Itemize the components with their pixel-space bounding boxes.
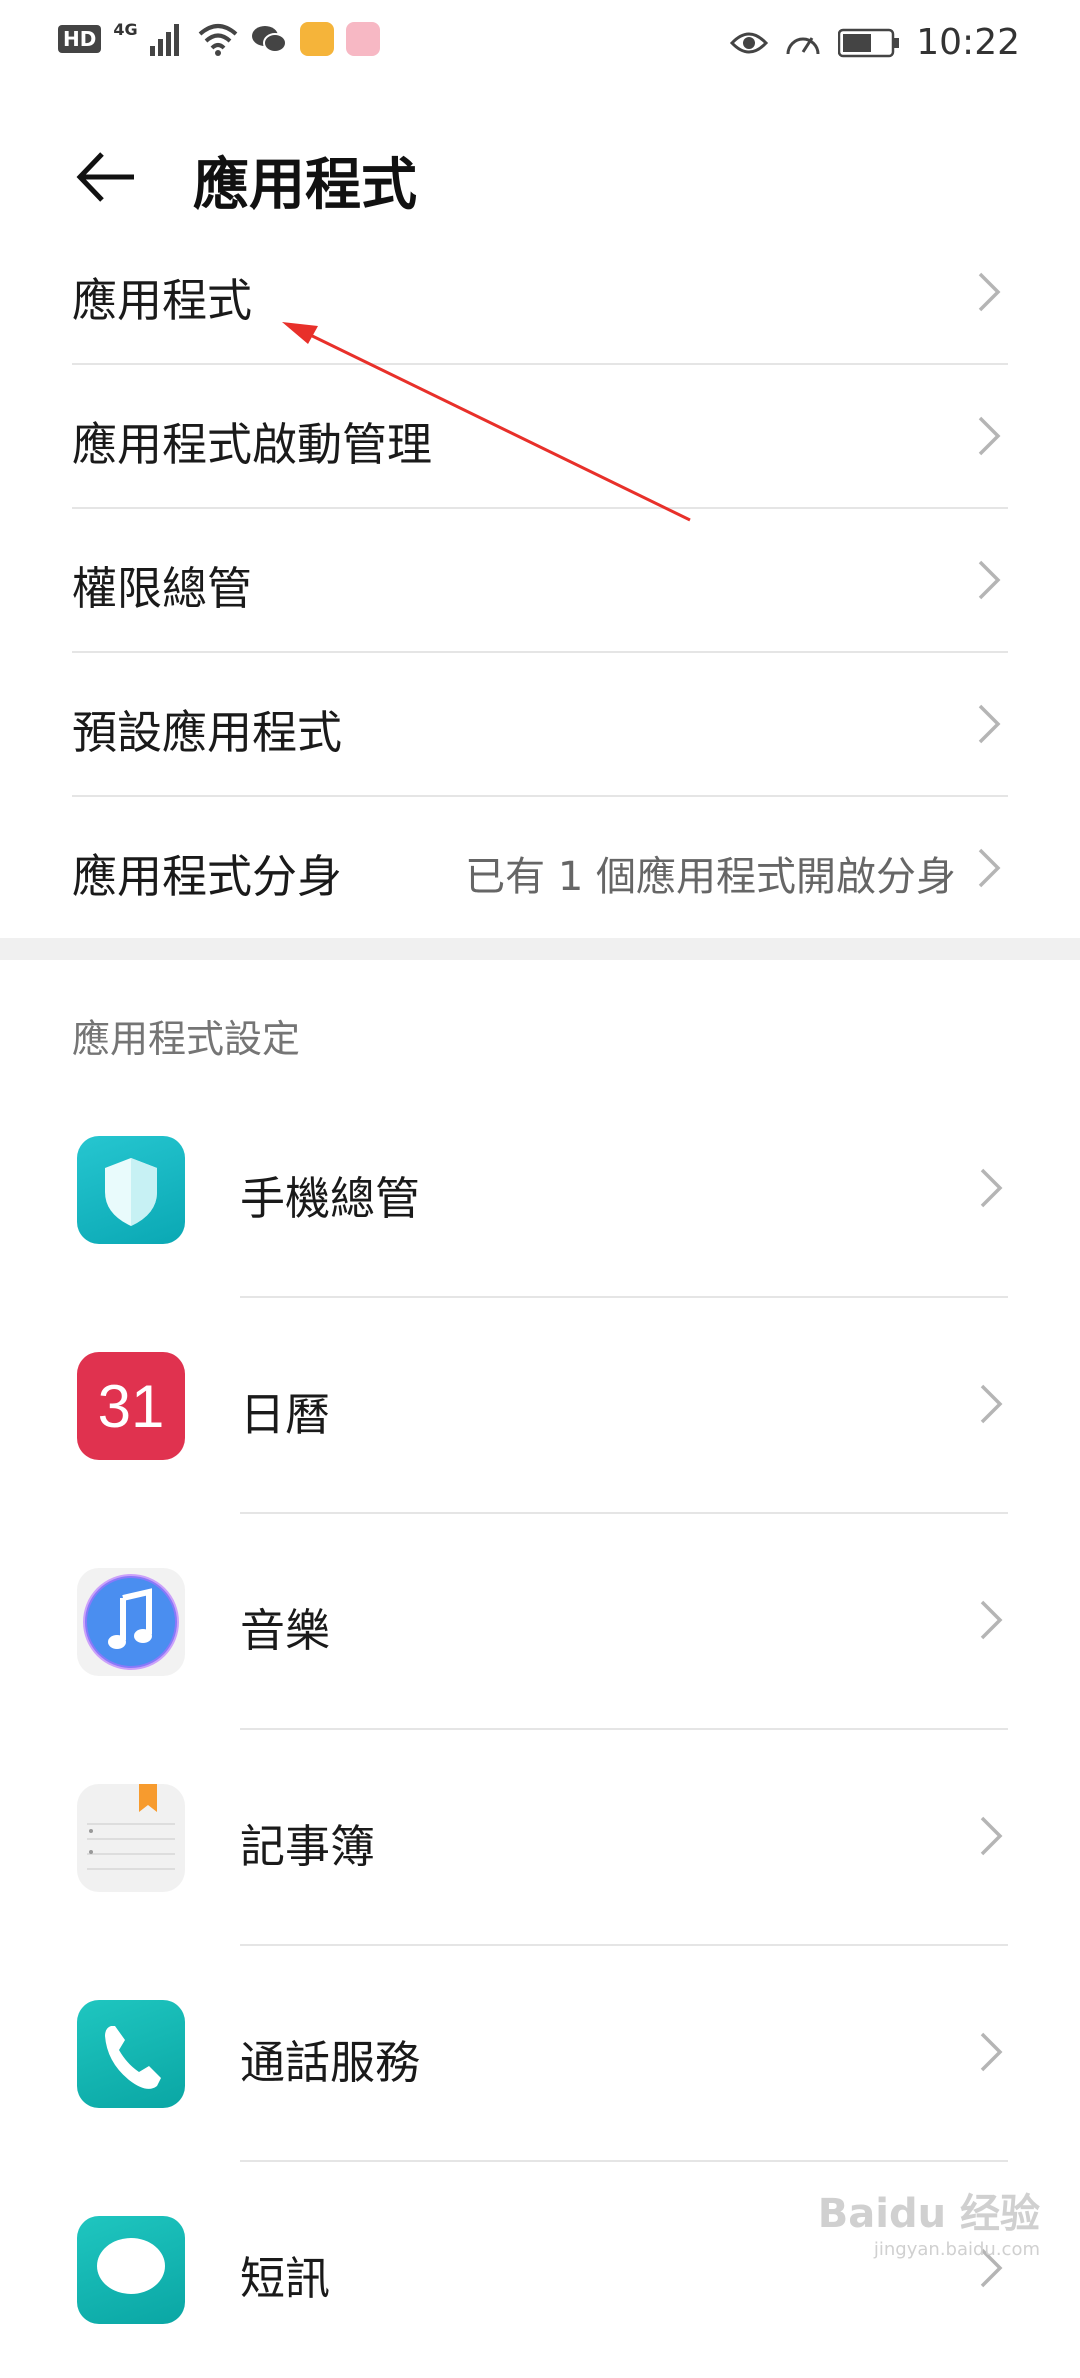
chevron-right-icon <box>980 1816 1003 1856</box>
speed-gauge-icon <box>786 36 820 54</box>
menu-item-app-twin[interactable]: 應用程式分身 已有 1 個應用程式開啟分身 <box>72 796 1008 939</box>
app-label: 音樂 <box>240 1604 331 1657</box>
watermark-text: Baidu 经验 <box>817 2191 1040 2237</box>
back-arrow-icon[interactable] <box>72 142 142 212</box>
music-icon <box>77 1568 185 1676</box>
baby-app-icon <box>345 22 380 56</box>
calendar-icon-date: 31 <box>97 1372 165 1440</box>
app-item-notepad[interactable]: 記事簿 <box>0 1730 1080 1946</box>
calendar-icon: 31 <box>77 1352 185 1460</box>
menu-item-label: 權限總管 <box>72 562 253 615</box>
chevron-right-icon <box>978 272 1001 312</box>
hd-badge: HD <box>58 25 102 53</box>
battery-icon <box>838 28 900 57</box>
app-bar: 應用程式 <box>0 130 1080 230</box>
app-label: 短訊 <box>240 2252 331 2305</box>
status-left: HD 4G <box>58 19 380 56</box>
menu-item-label: 應用程式分身 <box>72 850 343 903</box>
chevron-right-icon <box>978 560 1001 600</box>
menu-item-label: 應用程式啟動管理 <box>72 418 433 471</box>
chevron-right-icon <box>980 1168 1003 1208</box>
chevron-right-icon <box>980 1384 1003 1424</box>
menu-item-label: 預設應用程式 <box>72 706 343 759</box>
status-bar: HD 4G 10:22 <box>0 0 1080 92</box>
app-label: 通話服務 <box>240 2036 421 2089</box>
menu-item-apps[interactable]: 應用程式 <box>72 220 1008 365</box>
signal-icon <box>149 24 179 56</box>
message-icon <box>77 2216 185 2324</box>
menu-item-label: 應用程式 <box>72 274 253 327</box>
network-type-label: 4G <box>113 19 138 39</box>
app-label: 手機總管 <box>240 1172 421 1225</box>
menu-item-permissions[interactable]: 權限總管 <box>72 508 1008 653</box>
wifi-icon <box>198 24 237 56</box>
watermark-sub: jingyan.baidu.com <box>873 2239 1040 2260</box>
wechat-icon <box>251 26 287 53</box>
app-label: 記事簿 <box>240 1820 376 1873</box>
app-item-calendar[interactable]: 31 日曆 <box>0 1298 1080 1514</box>
eye-icon <box>730 32 769 53</box>
chevron-right-icon <box>978 416 1001 456</box>
phone-manager-icon <box>77 1136 185 1244</box>
notepad-icon <box>77 1784 185 1892</box>
phone-call-icon <box>77 2000 185 2108</box>
chevron-right-icon <box>980 2032 1003 2072</box>
app-item-call-service[interactable]: 通話服務 <box>0 1946 1080 2162</box>
clock: 10:22 <box>916 22 1020 63</box>
app-label: 日曆 <box>240 1388 331 1441</box>
menu-item-default-apps[interactable]: 預設應用程式 <box>72 652 1008 797</box>
app-item-music[interactable]: 音樂 <box>0 1514 1080 1730</box>
status-right: 10:22 <box>730 22 1020 63</box>
app-item-phone-manager[interactable]: 手機總管 <box>0 1082 1080 1298</box>
menu-item-app-launch[interactable]: 應用程式啟動管理 <box>72 364 1008 509</box>
page-title: 應用程式 <box>193 153 417 218</box>
chevron-right-icon <box>978 704 1001 744</box>
menu-item-value: 已有 1 個應用程式開啟分身 <box>465 854 956 900</box>
cup-app-icon <box>299 22 334 56</box>
chevron-right-icon <box>980 1600 1003 1640</box>
section-header: 應用程式設定 <box>72 1017 301 1061</box>
watermark: Baidu 经验 jingyan.baidu.com <box>818 2181 1040 2260</box>
chevron-right-icon <box>978 848 1001 888</box>
section-divider <box>0 938 1080 960</box>
